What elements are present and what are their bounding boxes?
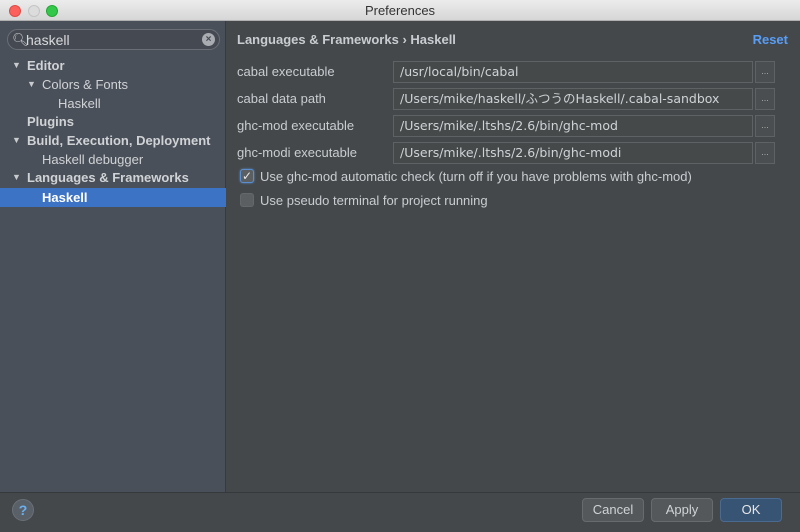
ok-button[interactable]: OK [720, 498, 782, 522]
browse-button[interactable]: ... [755, 61, 775, 83]
expand-arrow-icon[interactable]: ▼ [27, 75, 36, 94]
search-box[interactable]: 🔍︎ × [7, 29, 220, 50]
browse-button[interactable]: ... [755, 115, 775, 137]
search-input[interactable] [26, 31, 196, 48]
close-window-button[interactable] [9, 5, 21, 17]
tree-item-haskell-debugger[interactable]: Haskell debugger [0, 150, 226, 169]
checkbox-label[interactable]: Use ghc-mod automatic check (turn off if… [260, 169, 692, 184]
ghc-mod-check-checkbox[interactable]: ✓ [240, 169, 254, 183]
cabal-data-path-field[interactable]: /Users/mike/haskell/ふつうのHaskell/.cabal-s… [393, 88, 753, 110]
cabal-executable-field[interactable]: /usr/local/bin/cabal [393, 61, 753, 83]
expand-arrow-icon[interactable]: ▼ [12, 168, 21, 187]
tree-item-build[interactable]: ▼ Build, Execution, Deployment [0, 131, 226, 150]
sidebar: 🔍︎ × ▼Editor ▼Colors & Fonts Haskell Plu… [0, 21, 226, 492]
clear-search-icon[interactable]: × [202, 33, 215, 46]
field-label: cabal executable [237, 64, 335, 79]
tree-item-colors-fonts[interactable]: ▼ Colors & Fonts [0, 75, 226, 94]
pseudo-terminal-checkbox[interactable] [240, 193, 254, 207]
expand-arrow-icon[interactable]: ▼ [12, 56, 21, 75]
ghc-mod-executable-field[interactable]: /Users/mike/.ltshs/2.6/bin/ghc-mod [393, 115, 753, 137]
field-label: cabal data path [237, 91, 326, 106]
settings-panel: Languages & Frameworks › Haskell Reset c… [227, 21, 800, 492]
field-label: ghc-mod executable [237, 118, 355, 133]
tree-item-colors-fonts-haskell[interactable]: Haskell [0, 94, 226, 113]
tree-item-haskell-selected[interactable]: Haskell [0, 188, 226, 207]
cancel-button[interactable]: Cancel [582, 498, 644, 522]
apply-button[interactable]: Apply [651, 498, 713, 522]
checkbox-label[interactable]: Use pseudo terminal for project running [260, 193, 488, 208]
ghc-modi-executable-field[interactable]: /Users/mike/.ltshs/2.6/bin/ghc-modi [393, 142, 753, 164]
reset-link[interactable]: Reset [753, 32, 788, 47]
zoom-window-button[interactable] [46, 5, 58, 17]
tree-item-languages-frameworks[interactable]: ▼ Languages & Frameworks [0, 168, 226, 187]
expand-arrow-icon[interactable]: ▼ [12, 131, 21, 150]
browse-button[interactable]: ... [755, 88, 775, 110]
window-title: Preferences [364, 3, 436, 18]
minimize-window-button[interactable] [28, 5, 40, 17]
tree-item-editor[interactable]: ▼ Editor [0, 56, 226, 75]
tree-item-plugins[interactable]: Plugins [0, 112, 226, 131]
browse-button[interactable]: ... [755, 142, 775, 164]
field-label: ghc-modi executable [237, 145, 357, 160]
footer: ? Cancel Apply OK [0, 492, 800, 532]
breadcrumb: Languages & Frameworks › Haskell [237, 32, 456, 47]
help-button[interactable]: ? [12, 499, 34, 521]
title-bar: Preferences [0, 0, 800, 21]
